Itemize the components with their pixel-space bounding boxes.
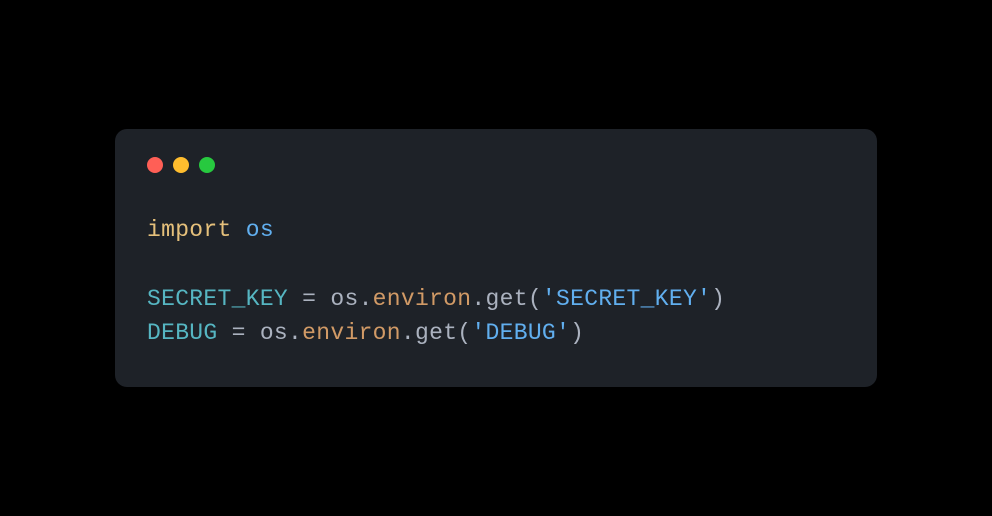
code-content: import os SECRET_KEY = os.environ.get('S… [147,213,845,351]
dot: . [471,286,485,312]
object-os: os [260,320,288,346]
dot: . [288,320,302,346]
paren-close: ) [570,320,584,346]
paren-open: ( [528,286,542,312]
dot: . [359,286,373,312]
code-line-3: SECRET_KEY = os.environ.get('SECRET_KEY'… [147,282,845,317]
variable-debug: DEBUG [147,320,218,346]
method-get: get [415,320,457,346]
paren-close: ) [711,286,725,312]
window-controls [147,157,845,173]
minimize-icon[interactable] [173,157,189,173]
code-line-1: import os [147,213,845,248]
property-environ: environ [373,286,472,312]
operator-assign: = [288,286,330,312]
close-icon[interactable] [147,157,163,173]
code-line-4: DEBUG = os.environ.get('DEBUG') [147,316,845,351]
string-secret-key: 'SECRET_KEY' [542,286,711,312]
variable-secret-key: SECRET_KEY [147,286,288,312]
code-window: import os SECRET_KEY = os.environ.get('S… [115,129,877,387]
module-os: os [246,217,274,243]
operator-assign: = [218,320,260,346]
maximize-icon[interactable] [199,157,215,173]
object-os: os [330,286,358,312]
property-environ: environ [302,320,401,346]
string-debug: 'DEBUG' [471,320,570,346]
method-get: get [486,286,528,312]
blank-line [147,248,845,282]
dot: . [401,320,415,346]
paren-open: ( [457,320,471,346]
keyword-import: import [147,217,232,243]
